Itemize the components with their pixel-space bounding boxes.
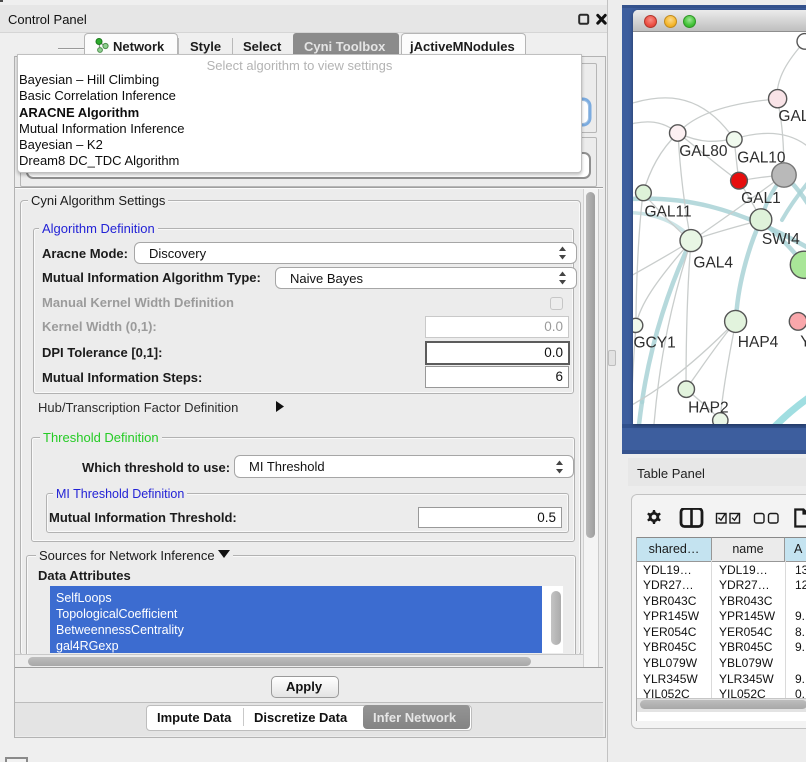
svg-text:GAL10: GAL10 (737, 150, 786, 167)
svg-text:Y: Y (800, 334, 806, 351)
svg-text:GAL80: GAL80 (679, 143, 728, 160)
svg-text:GAL1: GAL1 (741, 190, 781, 207)
svg-text:GCY1: GCY1 (634, 335, 676, 352)
svg-text:GAL4: GAL4 (693, 255, 733, 272)
svg-text:SWI4: SWI4 (762, 231, 800, 248)
svg-text:HAP2: HAP2 (688, 400, 729, 417)
svg-text:GAL11: GAL11 (645, 204, 692, 221)
svg-text:HAP4: HAP4 (738, 334, 779, 351)
svg-text:GAL7: GAL7 (778, 108, 806, 125)
